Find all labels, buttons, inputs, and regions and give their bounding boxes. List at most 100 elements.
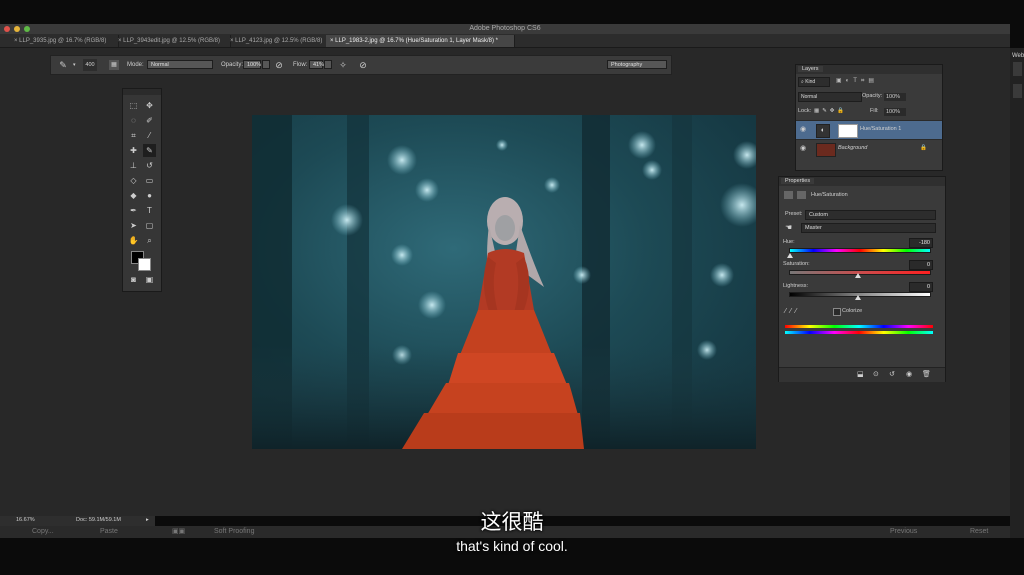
healing-tool-icon[interactable]: ✚ <box>127 144 140 157</box>
quick-mask-icon[interactable]: ◙ <box>127 273 140 286</box>
history-brush-tool-icon[interactable]: ↺ <box>143 159 156 172</box>
lightness-slider-thumb[interactable] <box>855 295 861 300</box>
visibility-eye-icon[interactable]: ◉ <box>906 370 912 379</box>
hue-input[interactable]: -180 <box>909 238 933 248</box>
dodge-tool-icon[interactable]: ● <box>143 189 156 202</box>
mask-icon[interactable] <box>797 191 806 199</box>
hue-slider-thumb[interactable] <box>787 253 793 258</box>
layer-opacity-input[interactable]: 100% <box>884 93 906 101</box>
screen-mode-icon[interactable]: ▣ <box>143 273 156 286</box>
blur-tool-icon[interactable]: ◆ <box>127 189 140 202</box>
layer-row-background[interactable]: ◉ Background 🔒 <box>796 139 942 158</box>
eraser-tool-icon[interactable]: ◇ <box>127 174 140 187</box>
blend-mode-select[interactable]: Normal <box>798 92 862 102</box>
shape-tool-icon[interactable]: ▢ <box>143 219 156 232</box>
properties-footer: ⬓ ⊙ ↺ ◉ 🗑 <box>779 367 945 382</box>
mode-select[interactable]: Normal <box>147 60 213 69</box>
layers-panel-header[interactable]: Layers <box>796 65 942 74</box>
layer-opacity-label: Opacity: <box>862 93 883 99</box>
properties-tab[interactable]: Properties <box>781 178 815 184</box>
layers-tab[interactable]: Layers <box>798 66 823 72</box>
pressure-opacity-icon[interactable]: ⊘ <box>273 59 285 71</box>
quick-select-tool-icon[interactable]: ✐ <box>143 114 156 127</box>
visibility-eye-icon[interactable]: ◉ <box>800 126 808 134</box>
layer-filter-icons[interactable]: ▣◐T⌗▤ <box>836 77 906 86</box>
tools-panel-header[interactable] <box>123 89 161 95</box>
opacity-input[interactable]: 100% <box>243 60 261 69</box>
visibility-eye-icon[interactable]: ◉ <box>800 145 808 153</box>
view-previous-icon[interactable]: ⊙ <box>873 370 879 379</box>
opacity-dropdown[interactable] <box>262 60 270 69</box>
subtitle-english: that's kind of cool. <box>456 538 568 554</box>
tab-llp-1983-2[interactable]: × LLP_1983-2.jpg @ 16.7% (Hue/Saturation… <box>326 35 515 47</box>
colorize-checkbox[interactable] <box>833 308 841 316</box>
move-tool-icon[interactable]: ✥ <box>143 99 156 112</box>
path-select-tool-icon[interactable]: ➤ <box>127 219 140 232</box>
brush-tool-icon[interactable]: ✎ <box>57 59 69 71</box>
layer-name[interactable]: Hue/Saturation 1 <box>860 125 901 134</box>
flow-dropdown[interactable] <box>324 60 332 69</box>
document-canvas[interactable] <box>252 115 756 449</box>
layer-name[interactable]: Background <box>838 144 867 153</box>
panel-icon[interactable] <box>1013 62 1022 76</box>
pen-tool-icon[interactable]: ✒ <box>127 204 140 217</box>
lightness-input[interactable]: 0 <box>909 282 933 292</box>
brush-panel-icon[interactable]: ▦ <box>109 60 119 70</box>
mode-label: Mode: <box>127 62 144 68</box>
hue-label: Hue: <box>783 239 795 245</box>
brush-tool-icon[interactable]: ✎ <box>143 144 156 157</box>
zoom-tool-icon[interactable]: ⌕ <box>143 234 156 247</box>
adjustment-type-icon <box>784 191 793 199</box>
airbrush-icon[interactable]: ✧ <box>337 59 349 71</box>
on-image-adjust-icon[interactable]: ☚ <box>785 223 792 232</box>
hue-slider[interactable] <box>789 248 931 253</box>
tab-llp-3943edit[interactable]: × LLP_3943edit.jpg @ 12.5% (RGB/8) <box>114 35 231 47</box>
crop-tool-icon[interactable]: ⌗ <box>127 129 140 142</box>
saturation-input[interactable]: 0 <box>909 260 933 270</box>
tab-llp-4123[interactable]: × LLP_4123.jpg @ 12.5% (RGB/8) <box>226 35 331 47</box>
options-bar: ✎ ▾ 400 ▦ Mode: Normal Opacity: 100% ⊘ F… <box>50 55 672 75</box>
clone-stamp-tool-icon[interactable]: ⊥ <box>127 159 140 172</box>
adjustment-name: Hue/Saturation <box>811 192 848 198</box>
pressure-size-icon[interactable]: ⊘ <box>357 59 369 71</box>
brush-preset-arrow[interactable]: ▾ <box>73 59 76 71</box>
tab-llp-3935[interactable]: × LLP_3935.jpg @ 16.7% (RGB/8) <box>10 35 119 47</box>
properties-panel-header[interactable]: Properties <box>779 177 945 186</box>
marquee-tool-icon[interactable]: ⬚ <box>127 99 140 112</box>
background-layer-thumbnail <box>816 143 836 157</box>
tab-label: LLP_3943edit.jpg @ 12.5% (RGB/8) <box>123 38 220 44</box>
properties-panel: Properties Hue/Saturation Preset: Custom… <box>778 176 946 382</box>
lightness-label: Lightness: <box>783 283 809 289</box>
adjustment-layer-icon: ◐ <box>816 124 830 138</box>
eyedropper-icons[interactable]: ⁄⁄⁄ <box>785 307 801 316</box>
photo-forest-girl <box>252 115 756 449</box>
reset-icon[interactable]: ↺ <box>889 370 895 379</box>
subtitle-chinese: 这很酷 <box>480 510 544 534</box>
lock-icons[interactable]: ▦✎✥🔒 <box>814 107 847 116</box>
workspace-select[interactable]: Photography <box>607 60 667 69</box>
eyedropper-tool-icon[interactable]: ⁄ <box>143 129 156 142</box>
right-panel-strip: Web <box>1010 48 1024 538</box>
type-tool-icon[interactable]: T <box>143 204 156 217</box>
layer-mask-thumbnail[interactable] <box>838 124 858 138</box>
fill-input[interactable]: 100% <box>884 108 906 116</box>
saturation-slider-thumb[interactable] <box>855 273 861 278</box>
lasso-tool-icon[interactable]: ◌ <box>127 114 140 127</box>
trash-icon[interactable]: 🗑 <box>922 370 931 379</box>
input-color-bar <box>785 325 933 328</box>
lock-label: Lock: <box>798 108 812 114</box>
flow-input[interactable]: 41% <box>309 60 324 69</box>
background-color-swatch[interactable] <box>138 258 151 271</box>
gradient-tool-icon[interactable]: ▭ <box>143 174 156 187</box>
layer-filter-select[interactable]: ⌕ Kind <box>798 77 830 87</box>
hand-tool-icon[interactable]: ✋ <box>127 234 140 247</box>
channel-select[interactable]: Master <box>801 223 936 233</box>
lock-icon: 🔒 <box>920 145 927 151</box>
preset-select[interactable]: Custom <box>805 210 936 220</box>
layer-row-hue-saturation[interactable]: ◉ ◐ Hue/Saturation 1 <box>796 120 942 139</box>
clip-to-layer-icon[interactable]: ⬓ <box>857 370 864 379</box>
preset-label: Preset: <box>785 211 803 217</box>
tools-panel: ⬚ ✥ ◌ ✐ ⌗ ⁄ ✚ ✎ ⊥ ↺ ◇ ▭ ◆ ● ✒ T ➤ ▢ ✋ ⌕ … <box>122 88 162 292</box>
panel-icon[interactable] <box>1013 84 1022 98</box>
brush-size[interactable]: 400 <box>83 59 97 71</box>
